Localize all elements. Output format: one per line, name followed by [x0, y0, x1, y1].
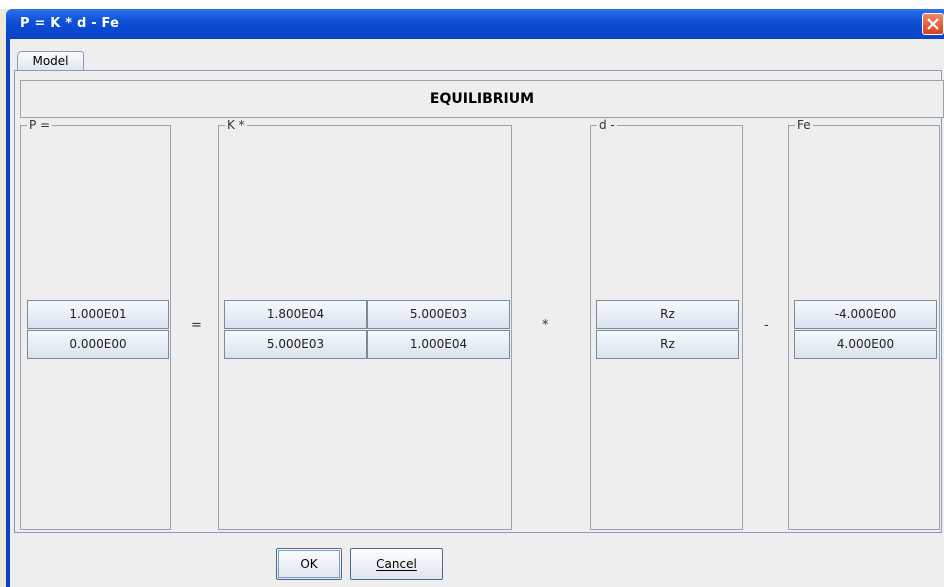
group-p: P = 1.000E01 0.000E00 [20, 118, 171, 530]
k-cell-2-1[interactable]: 5.000E03 [224, 330, 367, 359]
equilibrium-header: EQUILIBRIUM [20, 80, 944, 118]
model-panel: EQUILIBRIUM P = 1.000E01 0.000E00 = K * … [14, 70, 944, 533]
window-frame: Model EQUILIBRIUM P = 1.000E01 0.000E00 … [6, 39, 944, 587]
group-k: K * 1.800E04 5.000E03 5.000E03 1.000E04 [218, 118, 512, 530]
equals-operator: = [191, 318, 202, 333]
fe-cell-1[interactable]: -4.000E00 [794, 300, 937, 329]
group-fe-label: Fe [795, 118, 813, 132]
desktop-strip [0, 0, 944, 9]
ok-button[interactable]: OK [276, 548, 342, 580]
dialog-client: Model EQUILIBRIUM P = 1.000E01 0.000E00 … [10, 39, 944, 587]
d-cell-1[interactable]: Rz [596, 300, 739, 329]
tab-model[interactable]: Model [17, 51, 84, 71]
close-icon [927, 18, 939, 30]
title-bar[interactable]: P = K * d - Fe [6, 9, 944, 39]
fe-cell-2[interactable]: 4.000E00 [794, 330, 937, 359]
k-cell-1-2[interactable]: 5.000E03 [367, 300, 510, 329]
group-k-label: K * [225, 118, 247, 132]
d-cell-2[interactable]: Rz [596, 330, 739, 359]
group-d: d - Rz Rz [590, 118, 743, 530]
cancel-button[interactable]: Cancel [350, 548, 443, 580]
group-p-label: P = [27, 118, 53, 132]
k-cell-1-1[interactable]: 1.800E04 [224, 300, 367, 329]
cancel-button-label: Cancel [376, 557, 417, 571]
k-cell-2-2[interactable]: 1.000E04 [367, 330, 510, 359]
close-button[interactable] [922, 13, 944, 35]
minus-operator: - [764, 318, 769, 333]
times-operator: * [542, 318, 549, 333]
group-d-label: d - [597, 118, 617, 132]
window-title: P = K * d - Fe [20, 16, 120, 31]
group-fe: Fe -4.000E00 4.000E00 [788, 118, 940, 530]
p-cell-1[interactable]: 1.000E01 [27, 300, 169, 329]
p-cell-2[interactable]: 0.000E00 [27, 330, 169, 359]
